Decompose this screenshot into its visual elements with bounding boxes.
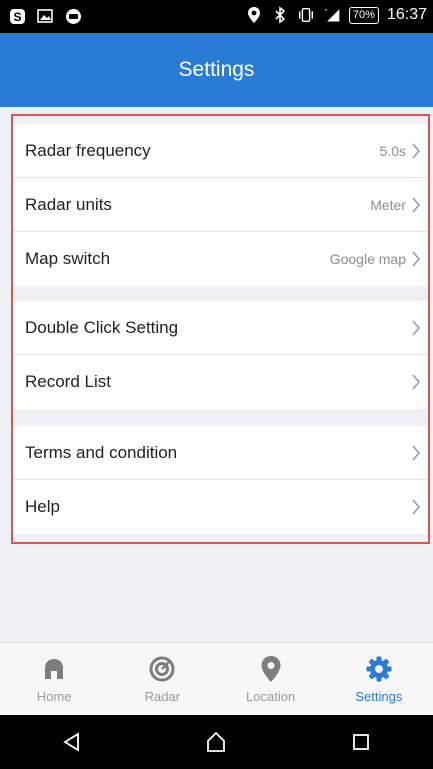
recent-apps-icon[interactable]	[341, 722, 381, 762]
settings-group-radar: Radar frequency 5.0s Radar units Meter M…	[13, 124, 428, 286]
tab-label: Location	[246, 689, 296, 704]
location-pin-icon	[257, 655, 285, 683]
row-label: Double Click Setting	[25, 317, 179, 337]
chevron-right-icon	[410, 196, 422, 214]
row-value: 5.0s	[379, 142, 406, 159]
chevron-right-icon	[410, 373, 422, 391]
settings-row-help[interactable]: Help	[13, 480, 428, 534]
status-left-icons: S	[8, 7, 82, 25]
chevron-right-icon	[410, 444, 422, 462]
svg-text:S: S	[13, 10, 21, 24]
settings-group-info: Terms and condition Help	[13, 426, 428, 534]
status-right-icons: " 70% 16:37	[245, 6, 427, 24]
tab-radar[interactable]: Radar	[108, 643, 216, 716]
tab-label: Home	[36, 689, 72, 704]
row-label: Map switch	[25, 249, 111, 268]
back-icon[interactable]	[52, 722, 92, 762]
home-button-icon[interactable]	[196, 722, 236, 762]
skype-icon: S	[8, 7, 26, 25]
chevron-right-icon	[410, 319, 422, 337]
location-icon	[245, 6, 263, 24]
status-bar: S " 70% 16:37	[0, 0, 433, 33]
row-label: Radar frequency	[25, 140, 151, 160]
row-label: Radar units	[25, 194, 112, 214]
tab-label: Settings	[355, 689, 403, 704]
settings-row-map-switch[interactable]: Map switch Google map	[13, 232, 428, 286]
settings-row-record-list[interactable]: Record List	[13, 355, 428, 409]
chat-icon	[64, 7, 82, 25]
svg-text:": "	[325, 7, 328, 16]
radar-icon	[148, 655, 176, 683]
chevron-right-icon	[410, 250, 422, 268]
gear-icon	[365, 655, 393, 683]
settings-row-radar-frequency[interactable]: Radar frequency 5.0s	[13, 124, 428, 178]
tab-home[interactable]: Home	[0, 643, 108, 716]
system-nav-bar	[0, 715, 433, 769]
vibrate-icon	[297, 6, 315, 24]
row-value: Google map	[329, 251, 406, 267]
bottom-tab-bar: Home Radar Location Settings	[0, 642, 433, 716]
app-header: Settings	[0, 33, 433, 107]
home-icon	[40, 655, 68, 683]
settings-group-records: Double Click Setting Record List	[13, 301, 428, 409]
settings-row-radar-units[interactable]: Radar units Meter	[13, 178, 428, 232]
row-label: Help	[25, 497, 60, 516]
tab-label: Radar	[144, 689, 181, 704]
chevron-right-icon	[410, 498, 422, 516]
row-label: Terms and condition	[25, 442, 178, 462]
chevron-right-icon	[410, 142, 422, 160]
clock: 16:37	[386, 6, 427, 23]
tab-location[interactable]: Location	[217, 643, 325, 716]
battery-indicator: 70%	[348, 6, 379, 24]
settings-content: Radar frequency 5.0s Radar units Meter M…	[0, 107, 433, 642]
settings-row-double-click[interactable]: Double Click Setting	[13, 301, 428, 355]
tab-settings[interactable]: Settings	[325, 643, 433, 716]
settings-row-terms[interactable]: Terms and condition	[13, 426, 428, 480]
image-icon	[36, 7, 54, 25]
bluetooth-icon	[271, 6, 289, 24]
row-label: Record List	[25, 372, 111, 391]
page-title: Settings	[178, 58, 255, 81]
row-value: Meter	[370, 196, 406, 213]
signal-icon: "	[323, 6, 341, 24]
